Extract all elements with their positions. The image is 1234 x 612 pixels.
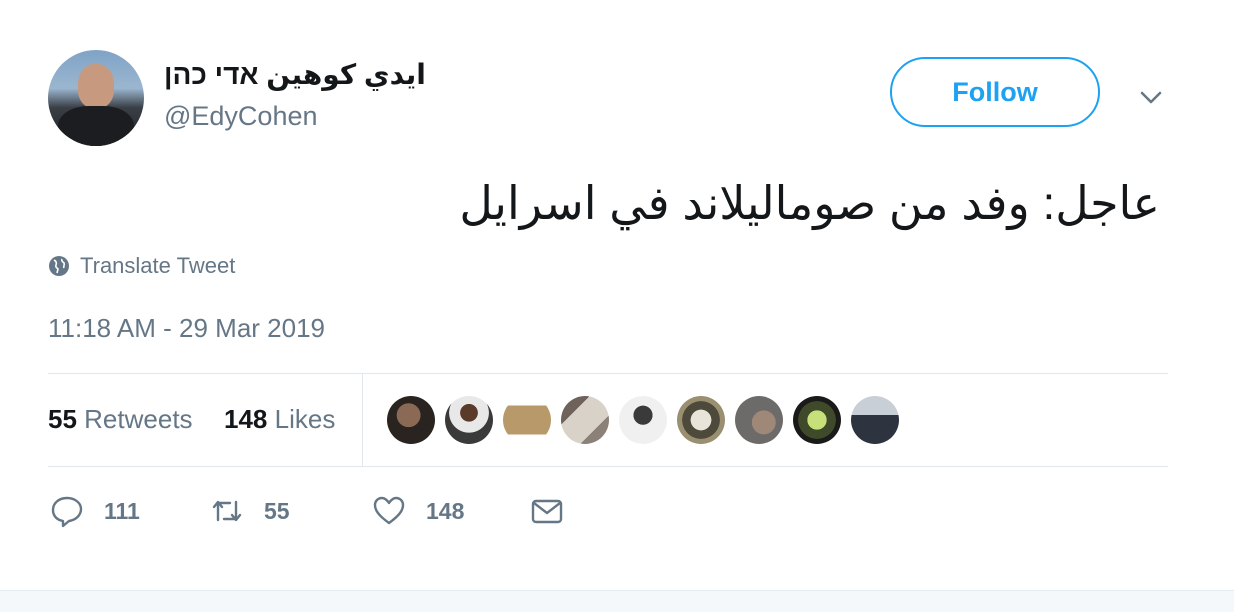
stats-top-divider (48, 373, 1168, 374)
liker-avatars (387, 396, 899, 444)
author-avatar[interactable] (48, 50, 144, 146)
liker-avatar[interactable] (677, 396, 725, 444)
footer-bar (0, 590, 1234, 612)
stats-vertical-divider (362, 374, 363, 466)
likes-stat[interactable]: 148 Likes (224, 404, 335, 435)
globe-icon (49, 256, 69, 276)
liker-avatar[interactable] (735, 396, 783, 444)
stats-bottom-divider (48, 466, 1168, 467)
follow-button[interactable]: Follow (890, 57, 1100, 127)
liker-avatar[interactable] (793, 396, 841, 444)
reply-icon (51, 496, 83, 528)
avatar-face (78, 64, 114, 108)
author-handle[interactable]: @EdyCohen (164, 101, 318, 132)
reply-count: 111 (104, 497, 140, 524)
likes-count: 148 (224, 404, 268, 434)
like-count: 148 (426, 497, 465, 524)
like-button[interactable]: 148 (372, 494, 464, 528)
reply-button[interactable]: 111 (50, 494, 140, 528)
retweet-button[interactable]: 55 (210, 494, 290, 528)
translate-tweet-link[interactable]: Translate Tweet (48, 253, 235, 279)
envelope-icon (531, 499, 563, 524)
chevron-down-icon[interactable] (1136, 82, 1166, 112)
liker-avatar[interactable] (561, 396, 609, 444)
direct-message-button[interactable] (530, 494, 564, 528)
tweet-text: عاجل: وفد من صوماليلاند في اسرايل (459, 177, 1160, 229)
retweet-icon (212, 500, 242, 522)
retweets-count: 55 (48, 404, 77, 434)
liker-avatar[interactable] (619, 396, 667, 444)
tweet-card: ايدي كوهين אדי כהן @EdyCohen Follow عاجل… (0, 0, 1234, 612)
liker-avatar[interactable] (445, 396, 493, 444)
retweets-stat[interactable]: 55 Retweets (48, 404, 193, 435)
retweets-label: Retweets (84, 404, 193, 434)
liker-avatar[interactable] (851, 396, 899, 444)
likes-label: Likes (274, 404, 336, 434)
heart-icon (373, 496, 405, 525)
liker-avatar[interactable] (503, 396, 551, 444)
avatar-body (58, 106, 134, 146)
translate-tweet-label: Translate Tweet (80, 253, 236, 278)
retweet-count: 55 (264, 497, 290, 524)
author-display-name[interactable]: ايدي كوهين אדי כהן (164, 58, 426, 91)
liker-avatar[interactable] (387, 396, 435, 444)
tweet-timestamp[interactable]: 11:18 AM - 29 Mar 2019 (48, 313, 325, 344)
